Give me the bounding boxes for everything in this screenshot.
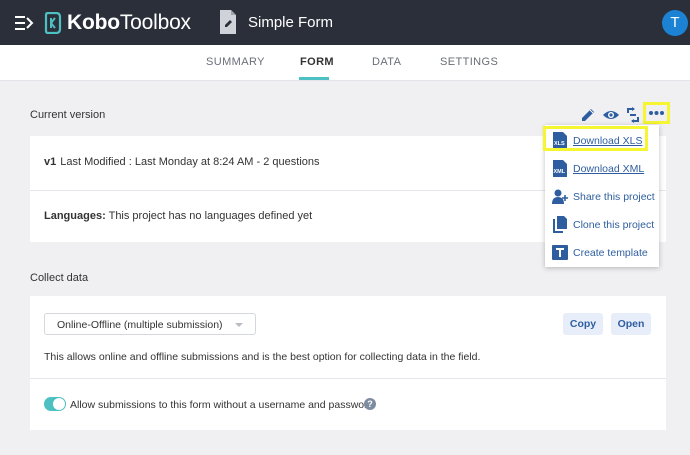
kobo-logo-icon [44, 12, 62, 34]
anonymous-submissions-label: Allow submissions to this form without a… [70, 399, 374, 411]
download-xls-highlight [543, 126, 648, 151]
edit-icon[interactable] [579, 106, 597, 124]
top-bar: KoboToolbox Simple Form T [0, 0, 690, 45]
form-title: Simple Form [248, 14, 334, 31]
toggle-knob [53, 398, 65, 410]
clone-icon [553, 216, 567, 233]
menu-item-download-xml[interactable]: XML Download XML [545, 155, 659, 181]
collection-mode-select[interactable]: Online-Offline (multiple submission) [44, 313, 256, 335]
replace-form-icon[interactable] [624, 106, 642, 124]
logo-wordmark: KoboToolbox [67, 11, 191, 34]
tab-form[interactable]: FORM [300, 56, 334, 68]
add-user-icon [552, 189, 568, 204]
more-dots-icon [649, 111, 664, 115]
menu-toggle-icon[interactable] [14, 13, 34, 33]
svg-text:XML: XML [554, 169, 566, 175]
xml-file-icon: XML [553, 160, 567, 177]
kobotoolbox-logo[interactable]: KoboToolbox [44, 10, 191, 36]
current-version-heading: Current version [30, 109, 106, 121]
tab-summary[interactable]: SUMMARY [206, 56, 265, 68]
user-avatar[interactable]: T [662, 10, 688, 36]
selected-collection-mode: Online-Offline (multiple submission) [57, 319, 223, 331]
menu-item-clone-project[interactable]: Clone this project [545, 211, 659, 237]
languages-info: Languages: This project has no languages… [44, 210, 313, 222]
collection-mode-description: This allows online and offline submissio… [44, 351, 481, 363]
form-tabs: SUMMARY FORM DATA SETTINGS [0, 45, 690, 81]
tab-settings[interactable]: SETTINGS [440, 56, 498, 68]
open-link-button[interactable]: Open [611, 313, 651, 335]
collect-data-card: Online-Offline (multiple submission) Cop… [30, 296, 666, 430]
form-document-icon [220, 10, 236, 34]
active-tab-indicator [299, 77, 329, 80]
collect-data-heading: Collect data [30, 272, 89, 284]
menu-item-create-template[interactable]: Create template [545, 239, 659, 265]
help-icon[interactable]: ? [364, 398, 376, 410]
copy-link-button[interactable]: Copy [563, 313, 603, 335]
template-icon [552, 245, 568, 260]
card-divider [30, 378, 666, 379]
chevron-down-icon [235, 323, 243, 327]
preview-eye-icon[interactable] [602, 106, 620, 124]
more-actions-button[interactable] [643, 102, 670, 124]
menu-item-share-project[interactable]: Share this project [545, 183, 659, 209]
version-info: v1 Last Modified : Last Monday at 8:24 AM… [44, 156, 320, 168]
anonymous-submissions-toggle[interactable] [44, 397, 66, 411]
tab-data[interactable]: DATA [372, 56, 401, 68]
